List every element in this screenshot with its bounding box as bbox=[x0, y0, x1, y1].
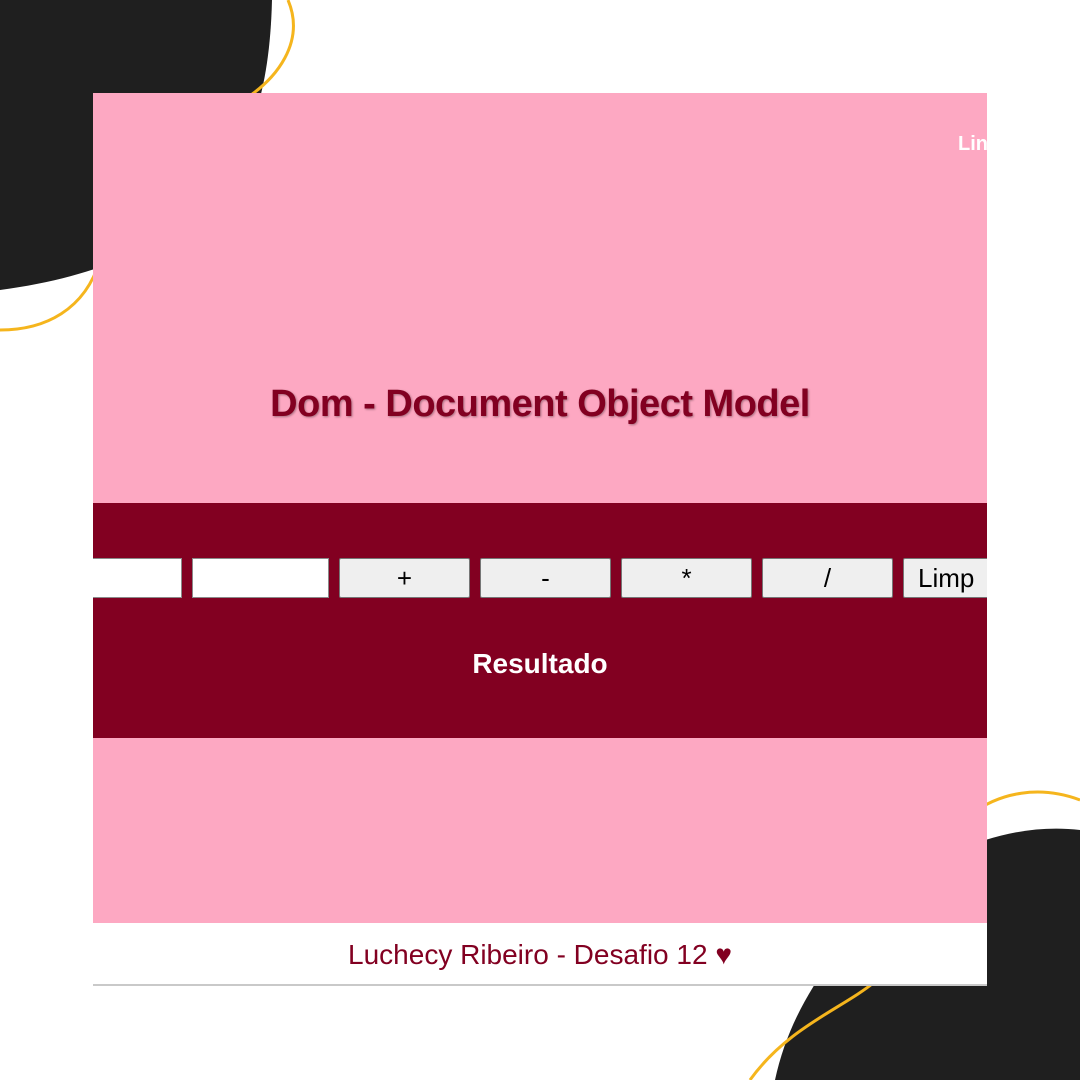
footer-credit: Luchecy Ribeiro - Desafio 12 ♥ bbox=[348, 939, 732, 970]
multiply-button[interactable]: * bbox=[621, 558, 752, 598]
add-button[interactable]: + bbox=[339, 558, 470, 598]
page-title: Dom - Document Object Model bbox=[270, 383, 810, 425]
screenshot-canvas: Lin Dom - Document Object Model + - * / … bbox=[0, 0, 1080, 1080]
result-label: Resultado bbox=[472, 648, 608, 679]
footer: Luchecy Ribeiro - Desafio 12 ♥ bbox=[93, 923, 987, 986]
first-number-input[interactable] bbox=[93, 558, 182, 598]
calculator-section: + - * / Limp Resultado bbox=[93, 503, 987, 738]
top-nav-link[interactable]: Lin bbox=[958, 133, 987, 156]
divide-button[interactable]: / bbox=[762, 558, 893, 598]
clear-button[interactable]: Limp bbox=[903, 558, 987, 598]
browser-viewport: Lin Dom - Document Object Model + - * / … bbox=[93, 93, 987, 986]
second-number-input[interactable] bbox=[192, 558, 329, 598]
subtract-button[interactable]: - bbox=[480, 558, 611, 598]
